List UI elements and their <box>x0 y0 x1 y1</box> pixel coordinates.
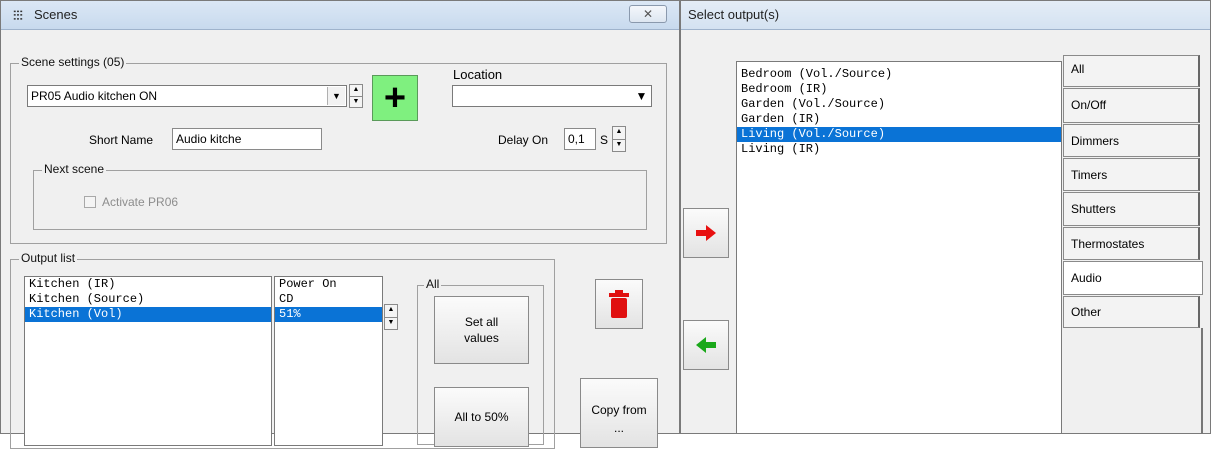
list-item[interactable]: CD <box>275 292 382 307</box>
chevron-down-icon[interactable]: ▼ <box>327 87 345 105</box>
short-name-input[interactable]: Audio kitche <box>172 128 322 150</box>
tab-dimmers[interactable]: Dimmers <box>1063 124 1200 157</box>
close-icon: ✕ <box>642 7 654 21</box>
delay-on-input[interactable]: 0,1 <box>564 128 596 150</box>
scene-settings-legend: Scene settings (05) <box>19 55 127 69</box>
list-item[interactable]: Kitchen (Vol) <box>25 307 271 322</box>
list-item[interactable]: Bedroom (Vol./Source) <box>737 67 1061 82</box>
list-item[interactable]: Bedroom (IR) <box>737 82 1061 97</box>
location-select[interactable]: ▼ <box>452 85 652 107</box>
all-legend: All <box>424 277 442 291</box>
add-scene-button[interactable]: + <box>372 75 418 121</box>
next-scene-legend: Next scene <box>42 162 107 176</box>
scene-select-value: PR05 Audio kitchen ON <box>31 89 158 103</box>
location-label: Location <box>453 67 503 82</box>
spin-up-icon[interactable]: ▲ <box>350 85 362 96</box>
window-title: Select output(s) <box>688 7 780 22</box>
output-listbox[interactable]: Kitchen (IR) Kitchen (Source) Kitchen (V… <box>24 276 272 446</box>
output-list-legend: Output list <box>19 251 78 265</box>
activate-checkbox[interactable] <box>84 196 96 208</box>
delay-unit: S <box>600 133 609 147</box>
spin-up-icon[interactable]: ▲ <box>385 305 397 317</box>
available-outputs-listbox[interactable]: Bedroom (Vol./Source) Bedroom (IR) Garde… <box>736 61 1062 434</box>
delete-button[interactable] <box>595 279 643 329</box>
activate-label: Activate PR06 <box>102 195 179 209</box>
tab-timers[interactable]: Timers <box>1063 158 1200 191</box>
spin-up-icon[interactable]: ▲ <box>613 127 625 139</box>
add-output-button[interactable] <box>683 208 729 258</box>
scenes-titlebar: ⫶⫶⫶ Scenes ✕ <box>1 1 679 30</box>
copy-from-label: Copy from ... <box>591 403 647 435</box>
list-item[interactable]: Kitchen (IR) <box>25 277 271 292</box>
scenes-window: ⫶⫶⫶ Scenes ✕ Scene settings (05) PR05 Au… <box>0 0 680 449</box>
tab-thermostates[interactable]: Thermostates <box>1063 227 1200 260</box>
trash-icon <box>609 290 629 318</box>
spin-down-icon[interactable]: ▼ <box>385 317 397 329</box>
plus-icon: + <box>383 77 407 119</box>
value-spin[interactable]: ▲ ▼ <box>384 304 398 330</box>
list-item[interactable]: Living (Vol./Source) <box>737 127 1061 142</box>
tab-audio[interactable]: Audio <box>1063 261 1203 295</box>
arrow-right-icon <box>696 225 716 241</box>
list-item[interactable]: Kitchen (Source) <box>25 292 271 307</box>
set-all-values-button[interactable]: Set all values <box>434 296 529 364</box>
window-title: Scenes <box>34 7 78 22</box>
close-button[interactable]: ✕ <box>629 5 667 23</box>
value-listbox[interactable]: Power On CD 51% <box>274 276 383 446</box>
short-name-label: Short Name <box>89 133 154 147</box>
list-item[interactable]: 51% <box>275 307 382 322</box>
all-to-50-button[interactable]: All to 50% <box>434 387 529 447</box>
remove-output-button[interactable] <box>683 320 729 370</box>
delay-spin[interactable]: ▲ ▼ <box>612 126 626 152</box>
list-item[interactable]: Garden (IR) <box>737 112 1061 127</box>
all-50-label: All to 50% <box>454 410 509 424</box>
scene-select[interactable]: PR05 Audio kitchen ON ▼ <box>27 85 347 107</box>
sliders-icon: ⫶⫶⫶ <box>13 8 23 23</box>
chevron-down-icon[interactable]: ▼ <box>633 87 650 105</box>
tab-shutters[interactable]: Shutters <box>1063 192 1200 226</box>
list-item[interactable]: Garden (Vol./Source) <box>737 97 1061 112</box>
arrow-left-icon <box>696 337 716 353</box>
list-item[interactable]: Living (IR) <box>737 142 1061 157</box>
set-all-label: Set all values <box>464 315 499 345</box>
copy-from-button[interactable]: Copy from ... <box>580 378 658 448</box>
delay-on-label: Delay On <box>498 133 549 147</box>
spin-down-icon[interactable]: ▼ <box>613 139 625 151</box>
select-titlebar: Select output(s) <box>681 1 1210 30</box>
list-item[interactable]: Power On <box>275 277 382 292</box>
tab-other[interactable]: Other <box>1063 296 1200 328</box>
tab-all[interactable]: All <box>1063 55 1200 87</box>
tab-panel-edge <box>1201 328 1203 434</box>
scene-spin[interactable]: ▲ ▼ <box>349 84 363 108</box>
tab-on-off[interactable]: On/Off <box>1063 88 1200 123</box>
spin-down-icon[interactable]: ▼ <box>350 96 362 107</box>
